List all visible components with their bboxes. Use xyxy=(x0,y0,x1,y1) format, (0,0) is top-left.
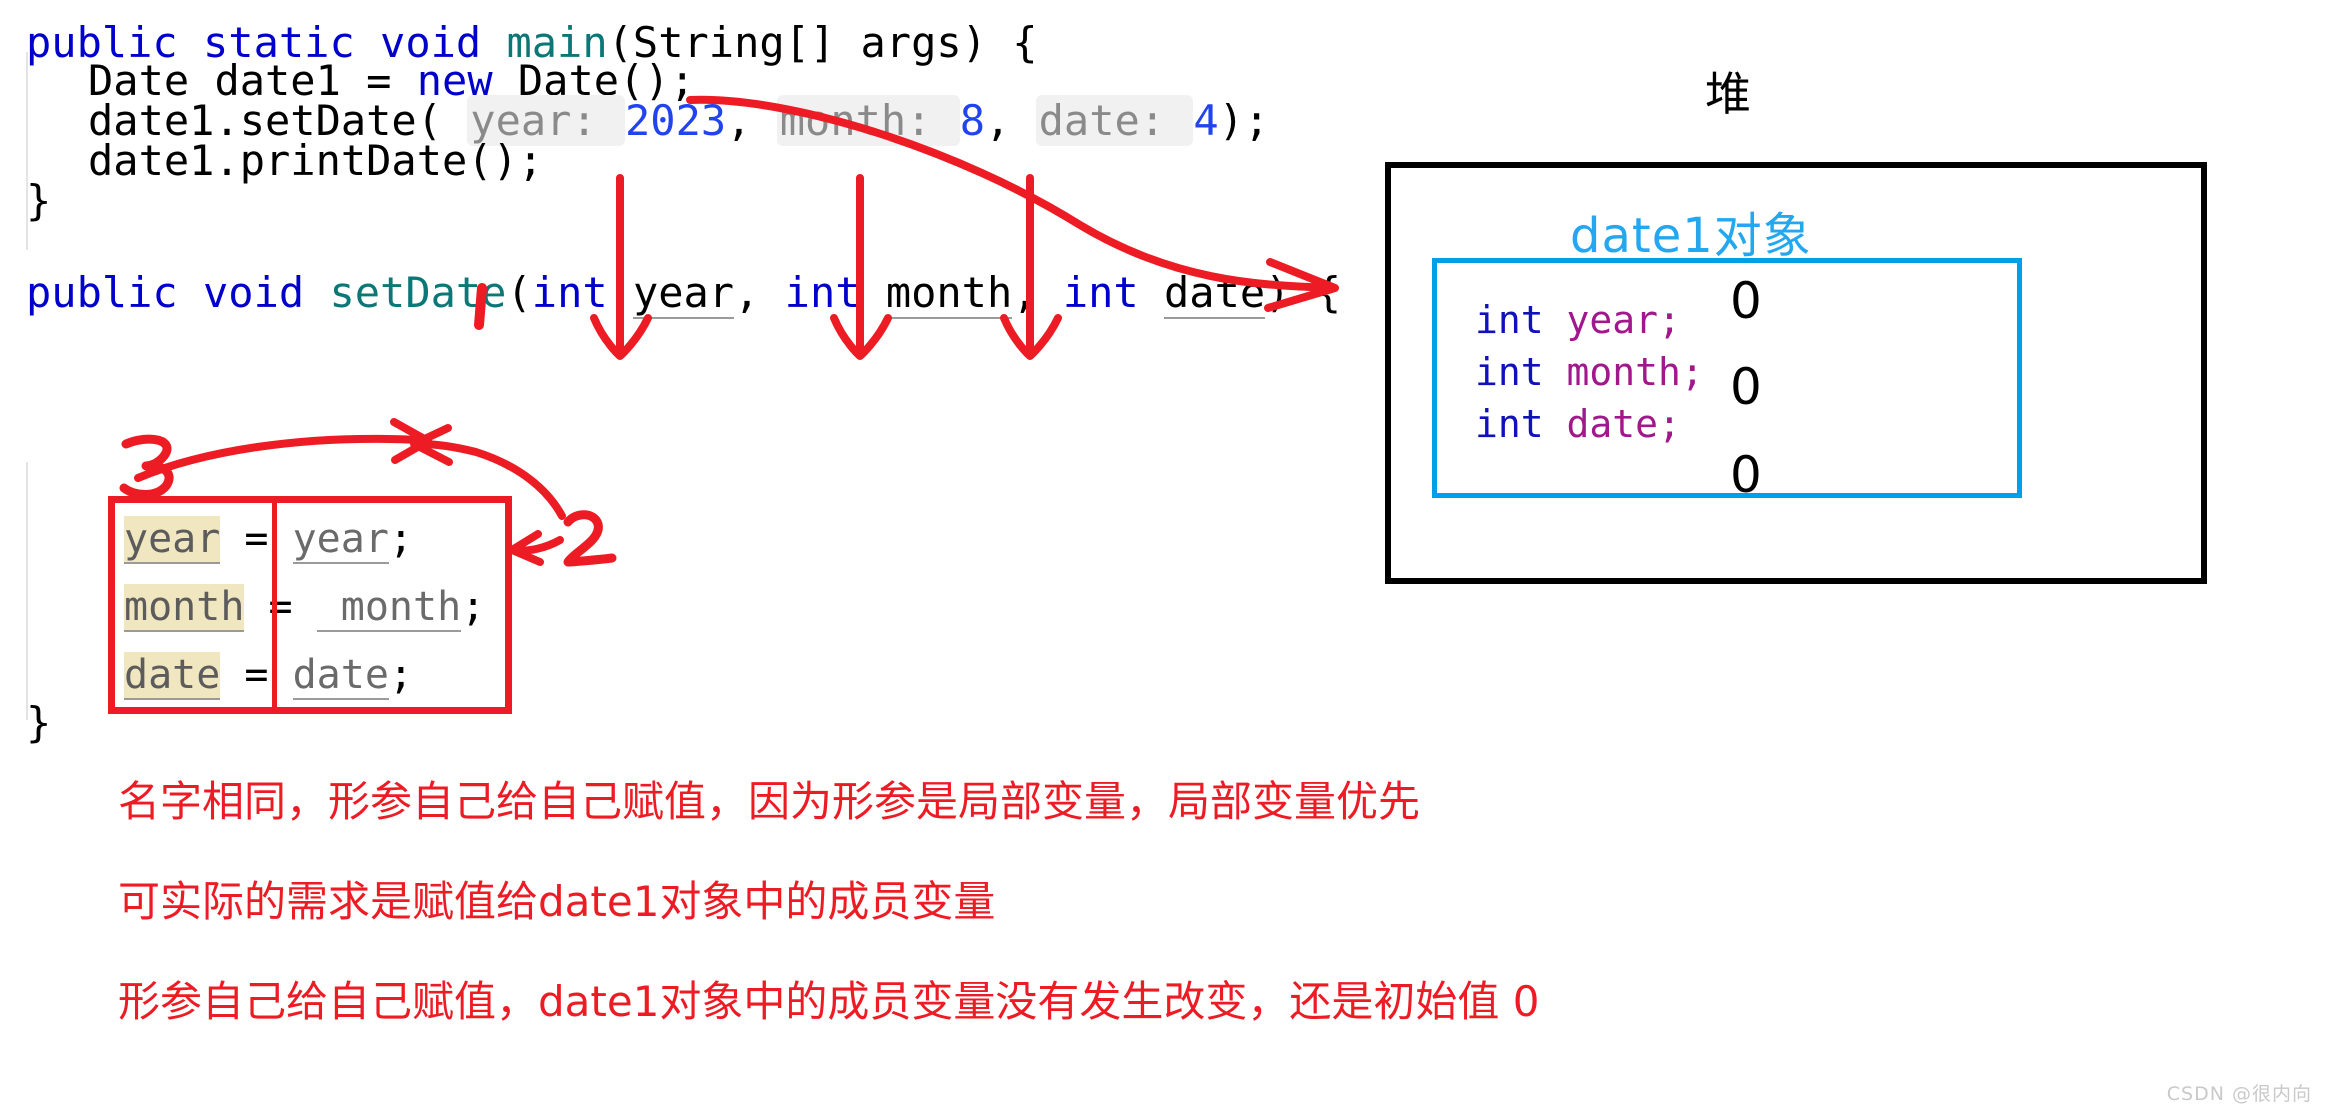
field-semi-date: ; xyxy=(1658,402,1681,446)
code-line-setdate-signature: public void setDate(int year, int month,… xyxy=(26,264,1341,322)
type-int-3: int xyxy=(1062,268,1139,317)
keyword-void-2: void xyxy=(203,268,305,317)
literal-4: 4 xyxy=(1193,96,1219,145)
close-brace-main: } xyxy=(26,176,52,225)
heap-field-date: int date; xyxy=(1475,402,1681,446)
printdate-statement: date1.printDate(); xyxy=(88,136,544,185)
arg-sep-2: , xyxy=(985,96,1036,145)
field-name-year: year xyxy=(1543,298,1659,342)
highlight-divider-line xyxy=(272,500,277,710)
paren-close: ) { xyxy=(1265,268,1342,317)
code-line-printdate-call: date1.printDate(); xyxy=(88,132,543,190)
highlight-rectangle-assignments xyxy=(108,496,512,714)
field-semi-month: ; xyxy=(1680,350,1704,394)
paren-open: ( xyxy=(506,268,532,317)
field-type-date: int xyxy=(1475,402,1544,446)
method-name-setdate: setDate xyxy=(329,268,507,317)
param-hint-month: month: xyxy=(776,95,960,146)
arg-sep-1: , xyxy=(726,96,777,145)
code-line-setdate-close-brace: } xyxy=(26,694,51,752)
heap-value-month: 0 xyxy=(1730,358,1762,416)
heap-title: 堆 xyxy=(1705,67,1753,121)
type-int-2: int xyxy=(784,268,861,317)
param-hint-date: date: xyxy=(1035,95,1194,146)
field-name-month: month xyxy=(1543,350,1681,394)
field-type-month: int xyxy=(1475,350,1544,394)
annotation-note-3: 形参自己给自己赋值，date1对象中的成员变量没有发生改变，还是初始值 0 xyxy=(118,977,1540,1026)
param-date: date xyxy=(1164,268,1266,319)
param-year: year xyxy=(632,268,735,319)
param-month: month xyxy=(885,268,1013,319)
heap-object-label: date1对象 xyxy=(1570,208,1812,264)
literal-2023: 2023 xyxy=(625,96,727,145)
heap-field-month: int month; xyxy=(1475,350,1704,394)
literal-8: 8 xyxy=(959,96,986,145)
type-int-1: int xyxy=(531,268,608,317)
heap-field-year: int year; xyxy=(1475,298,1681,342)
param-sep-1: , xyxy=(734,268,785,317)
field-semi-year: ; xyxy=(1658,298,1681,342)
slide-canvas: public static void main(String[] args) {… xyxy=(0,0,2330,1118)
watermark: CSDN @很内向 xyxy=(2166,1083,2312,1105)
indent-guide-setdate xyxy=(26,462,28,720)
keyword-public-2: public xyxy=(26,268,178,317)
field-name-date: date xyxy=(1543,402,1659,446)
close-brace-setdate: } xyxy=(26,698,52,747)
setdate-call-tail: ); xyxy=(1218,96,1270,145)
annotation-note-1: 名字相同，形参自己给自己赋值，因为形参是局部变量，局部变量优先 xyxy=(118,777,1421,826)
heap-value-date: 0 xyxy=(1730,446,1762,504)
heap-value-year: 0 xyxy=(1730,272,1762,330)
annotation-note-2: 可实际的需求是赋值给date1对象中的成员变量 xyxy=(118,877,996,926)
field-type-year: int xyxy=(1475,298,1544,342)
code-line-main-close-brace: } xyxy=(26,172,51,230)
param-sep-2: , xyxy=(1012,268,1063,317)
